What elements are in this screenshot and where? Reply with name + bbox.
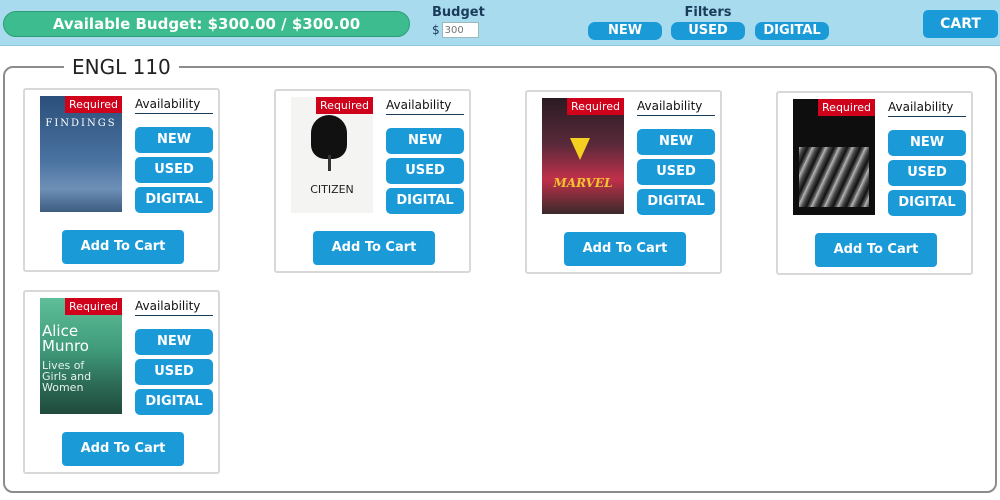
add-to-cart-button[interactable]: Add To Cart: [815, 233, 937, 267]
availability-label: Availability: [888, 100, 966, 117]
filters-title: Filters: [684, 5, 732, 20]
cart-button[interactable]: CART: [923, 10, 998, 38]
add-to-cart-button[interactable]: Add To Cart: [313, 231, 435, 265]
top-bar: Available Budget: $300.00 / $300.00 Budg…: [0, 0, 1000, 46]
book-cover[interactable]: FINDINGS Required: [40, 96, 122, 212]
budget-control: Budget $: [432, 5, 485, 38]
cover-title: CITIZEN: [310, 183, 354, 196]
used-option-button[interactable]: USED: [888, 160, 966, 186]
used-option-button[interactable]: USED: [386, 158, 464, 184]
availability-label: Availability: [135, 299, 213, 316]
book-card: MARVEL Required Availability NEW USED DI…: [525, 90, 722, 274]
used-option-button[interactable]: USED: [135, 359, 213, 385]
new-option-button[interactable]: NEW: [386, 128, 464, 154]
new-option-button[interactable]: NEW: [135, 329, 213, 355]
cover-title: FINDINGS: [45, 118, 117, 129]
cover-bolt-shape: [570, 138, 590, 160]
required-badge: Required: [567, 98, 624, 115]
cover-line: Women: [42, 381, 84, 394]
new-option-button[interactable]: NEW: [888, 130, 966, 156]
add-to-cart-button[interactable]: Add To Cart: [564, 232, 686, 266]
availability-label: Availability: [135, 97, 213, 114]
book-cover[interactable]: CITIZEN Required: [291, 97, 373, 213]
used-option-button[interactable]: USED: [135, 157, 213, 183]
book-card: CITIZEN Required Availability NEW USED D…: [274, 89, 471, 273]
required-badge: Required: [818, 99, 875, 116]
cover-drip-shape: [328, 155, 331, 171]
filter-digital-button[interactable]: DIGITAL: [755, 22, 829, 40]
book-cover[interactable]: MARVEL Required: [542, 98, 624, 214]
digital-option-button[interactable]: DIGITAL: [637, 189, 715, 215]
filter-used-button[interactable]: USED: [671, 22, 745, 40]
cover-subtitle: Lives of Girls and Women: [42, 360, 91, 393]
cover-line: Munro: [42, 337, 89, 355]
cover-abstract-shape: [799, 147, 869, 207]
filter-new-button[interactable]: NEW: [588, 22, 662, 40]
availability-label: Availability: [637, 99, 715, 116]
book-card: Required Availability NEW USED DIGITAL A…: [776, 91, 973, 275]
budget-title: Budget: [432, 5, 485, 20]
digital-option-button[interactable]: DIGITAL: [888, 190, 966, 216]
required-badge: Required: [316, 97, 373, 114]
required-badge: Required: [65, 298, 122, 315]
digital-option-button[interactable]: DIGITAL: [135, 187, 213, 213]
required-badge: Required: [65, 96, 122, 113]
digital-option-button[interactable]: DIGITAL: [135, 389, 213, 415]
book-card: FINDINGS Required Availability NEW USED …: [23, 88, 220, 272]
cover-title: MARVEL: [553, 176, 613, 190]
budget-currency: $: [432, 23, 440, 37]
digital-option-button[interactable]: DIGITAL: [386, 188, 464, 214]
used-option-button[interactable]: USED: [637, 159, 715, 185]
book-cover[interactable]: Required: [793, 99, 875, 215]
availability-label: Availability: [386, 98, 464, 115]
new-option-button[interactable]: NEW: [135, 127, 213, 153]
available-budget-banner: Available Budget: $300.00 / $300.00: [3, 11, 410, 37]
course-title: ENGL 110: [64, 55, 179, 79]
cover-title: Alice Munro: [42, 324, 89, 354]
cover-hood-shape: [311, 115, 347, 159]
add-to-cart-button[interactable]: Add To Cart: [62, 230, 184, 264]
new-option-button[interactable]: NEW: [637, 129, 715, 155]
book-card: Alice Munro Lives of Girls and Women Req…: [23, 290, 220, 474]
budget-input[interactable]: [441, 22, 479, 38]
book-cover[interactable]: Alice Munro Lives of Girls and Women Req…: [40, 298, 122, 414]
add-to-cart-button[interactable]: Add To Cart: [62, 432, 184, 466]
